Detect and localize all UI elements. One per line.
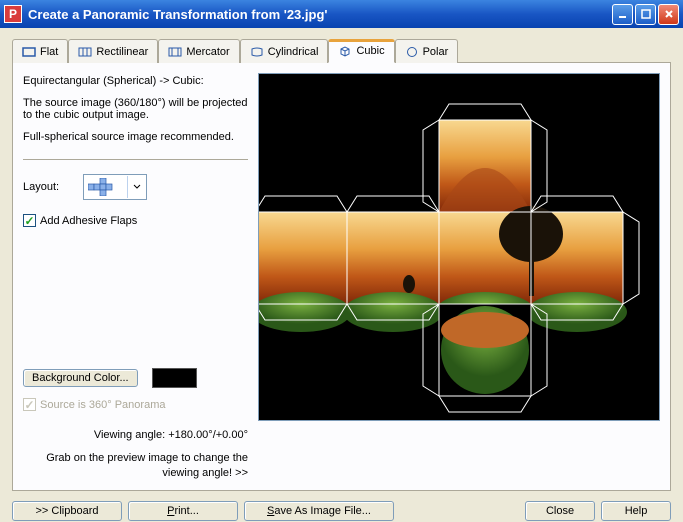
close-button[interactable] xyxy=(658,4,679,25)
maximize-button[interactable] xyxy=(635,4,656,25)
tab-label: Rectilinear xyxy=(96,46,148,58)
add-flaps-checkbox[interactable]: ✓ xyxy=(23,214,36,227)
tab-polar[interactable]: Polar xyxy=(395,39,459,63)
source-360-label: Source is 360° Panorama xyxy=(40,399,165,411)
source-360-checkbox: ✓ xyxy=(23,398,36,411)
app-icon: P xyxy=(4,5,22,23)
titlebar: P Create a Panoramic Transformation from… xyxy=(0,0,683,28)
chevron-down-icon xyxy=(127,176,145,198)
add-flaps-label: Add Adhesive Flaps xyxy=(40,215,137,227)
viewing-angle: Viewing angle: +180.00°/+0.00° xyxy=(23,429,248,441)
preview-area[interactable] xyxy=(258,73,660,421)
window-title: Create a Panoramic Transformation from '… xyxy=(28,7,612,22)
tab-label: Cubic xyxy=(356,45,384,57)
save-button[interactable]: Save As Image File... xyxy=(244,501,394,521)
flat-icon xyxy=(22,46,36,58)
layout-dropdown[interactable] xyxy=(83,174,147,200)
tab-rectilinear[interactable]: Rectilinear xyxy=(68,39,158,63)
transform-description: The source image (360/180°) will be proj… xyxy=(23,97,248,121)
layout-label: Layout: xyxy=(23,181,59,193)
mercator-icon xyxy=(168,46,182,58)
cylindrical-icon xyxy=(250,46,264,58)
print-button[interactable]: Print... xyxy=(128,501,238,521)
rectilinear-icon xyxy=(78,46,92,58)
polar-icon xyxy=(405,46,419,58)
tab-label: Cylindrical xyxy=(268,46,319,58)
tab-cubic[interactable]: Cubic xyxy=(328,39,394,63)
transform-heading: Equirectangular (Spherical) -> Cubic: xyxy=(23,75,248,87)
divider xyxy=(23,159,248,160)
tab-flat[interactable]: Flat xyxy=(12,39,68,63)
cubic-icon xyxy=(338,45,352,57)
tab-label: Flat xyxy=(40,46,58,58)
tab-label: Polar xyxy=(423,46,449,58)
clipboard-button[interactable]: >> Clipboard xyxy=(12,501,122,521)
cross-layout-icon xyxy=(85,176,127,198)
transform-note: Full-spherical source image recommended. xyxy=(23,131,248,143)
tab-label: Mercator xyxy=(186,46,229,58)
tab-cylindrical[interactable]: Cylindrical xyxy=(240,39,329,63)
background-color-button[interactable]: Background Color... xyxy=(23,369,138,387)
button-row: >> Clipboard Print... Save As Image File… xyxy=(0,501,683,521)
tab-mercator[interactable]: Mercator xyxy=(158,39,239,63)
preview-hint: Grab on the preview image to change the … xyxy=(23,451,248,480)
tab-bar: Flat Rectilinear Mercator Cylindrical Cu… xyxy=(12,38,671,63)
minimize-button[interactable] xyxy=(612,4,633,25)
close-dialog-button[interactable]: Close xyxy=(525,501,595,521)
background-color-swatch[interactable] xyxy=(152,368,197,388)
help-button[interactable]: Help xyxy=(601,501,671,521)
left-panel: Equirectangular (Spherical) -> Cubic: Th… xyxy=(23,75,248,480)
